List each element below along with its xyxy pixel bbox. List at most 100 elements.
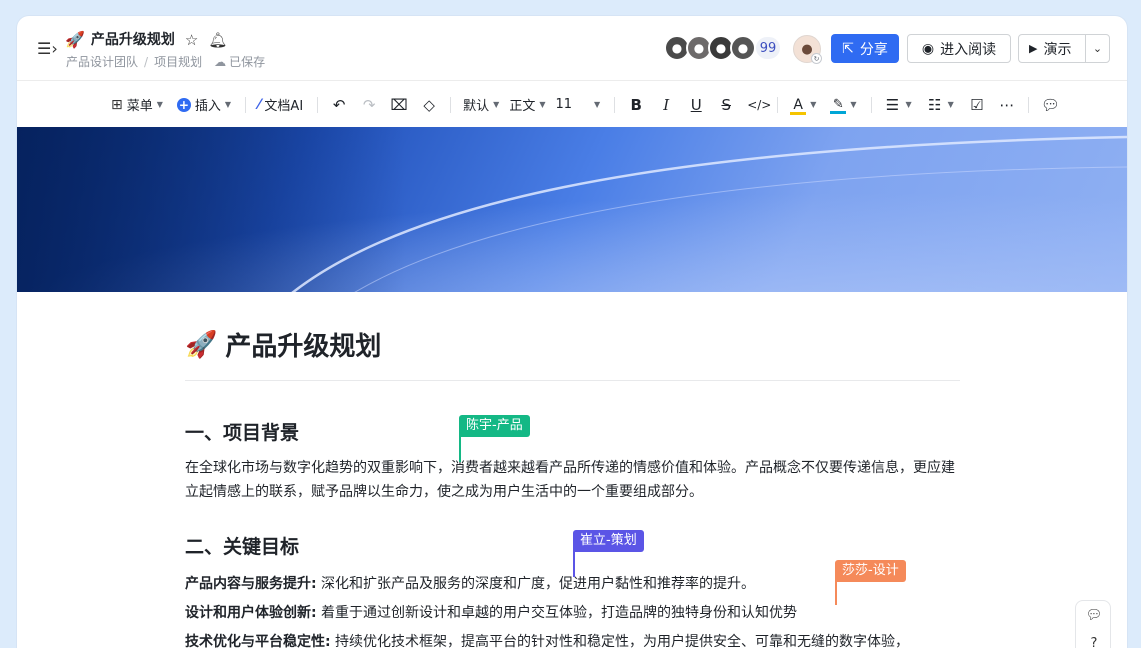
bold-icon: B xyxy=(630,95,642,114)
format-toolbar: ⊞ 菜单 ▼ + 插入 ▼ ⁄ 文档AI ↶ ↷ ⌧ ◇ 默认 ▼ 正文 ▼ 1… xyxy=(17,82,1127,127)
rocket-emoji-icon: 🚀 xyxy=(65,30,85,49)
star-icon[interactable]: ☆ xyxy=(185,30,198,50)
title-row: 🚀 产品升级规划 ☆ 🔔︎ xyxy=(65,30,227,50)
present-options-chevron-icon[interactable]: ⌄ xyxy=(1086,42,1109,55)
bullet-list-dropdown[interactable]: ☰ ▼ xyxy=(884,93,912,117)
present-button-label: 演示 xyxy=(1043,41,1072,58)
redo-icon: ↷ xyxy=(362,95,376,114)
goal-item[interactable]: 产品内容与服务提升: 深化和扩张产品及服务的深度和广度，促进用户黏性和推荐率的提… xyxy=(185,572,755,596)
grid-icon: ⊞ xyxy=(111,96,123,113)
text-style-value: 正文 xyxy=(509,99,536,114)
checklist-button[interactable]: ☑ xyxy=(968,93,986,117)
share-button-label: 分享 xyxy=(859,41,888,58)
eye-icon: ◉ xyxy=(921,40,935,57)
breadcrumb: 产品设计团队 / 项目规划 ☁ 已保存 xyxy=(66,53,265,70)
strikethrough-icon: S xyxy=(721,95,731,114)
chevron-down-icon: ▼ xyxy=(156,100,163,109)
numbered-list-dropdown[interactable]: ☷ ▼ xyxy=(926,93,954,117)
font-size-value: 11 xyxy=(555,97,573,112)
undo-icon: ↶ xyxy=(332,95,346,114)
avatar[interactable]: ● xyxy=(730,35,756,61)
inline-code-button[interactable]: </> xyxy=(747,93,771,117)
italic-icon: I xyxy=(663,95,670,114)
comment-icon[interactable]: 💬︎ xyxy=(1076,601,1112,629)
underline-button[interactable]: U xyxy=(687,93,705,117)
chevron-down-icon: ▼ xyxy=(594,100,601,109)
more-icon: ⋯ xyxy=(999,95,1015,114)
more-button[interactable]: ⋯ xyxy=(998,93,1016,117)
sidebar-toggle-icon[interactable]: ☰› xyxy=(37,40,58,58)
font-color-dropdown[interactable]: A ▼ xyxy=(790,93,816,117)
collaborator-count-badge[interactable]: 99 xyxy=(754,35,782,61)
paint-roller-icon: ⌧ xyxy=(390,95,408,114)
collaborator-avatars[interactable]: ● ● ● ● 99 xyxy=(664,35,782,61)
background-paragraph[interactable]: 在全球化市场与数字化趋势的双重影响下，消费者越来越看产品所传递的情感价值和体验。… xyxy=(185,456,960,504)
save-status: ☁ 已保存 xyxy=(214,53,265,70)
play-icon: ▶ xyxy=(1029,42,1038,55)
redo-button[interactable]: ↷ xyxy=(360,93,378,117)
collab-cursor-flag: 陈宇-产品 xyxy=(459,415,530,437)
cloud-check-icon: ☁ xyxy=(214,54,227,69)
read-mode-button[interactable]: ◉ 进入阅读 xyxy=(907,34,1011,63)
breadcrumb-separator: / xyxy=(144,54,149,69)
breadcrumb-item-team[interactable]: 产品设计团队 xyxy=(66,53,138,70)
section-heading-background[interactable]: 一、项目背景 xyxy=(185,418,299,445)
title-divider xyxy=(185,380,960,381)
section-heading-goals[interactable]: 二、关键目标 xyxy=(185,532,299,559)
ai-sparkle-icon: ⁄ xyxy=(258,96,261,113)
doc-ai-label: 文档AI xyxy=(264,99,304,114)
plus-icon: + xyxy=(176,97,191,112)
clear-format-button[interactable]: ◇ xyxy=(420,93,438,117)
toolbar-divider xyxy=(245,96,247,113)
toolbar-divider xyxy=(870,96,872,113)
font-size-dropdown[interactable]: 11 ▼ xyxy=(556,93,601,117)
italic-button[interactable]: I xyxy=(657,93,675,117)
goal-text: 着重于通过创新设计和卓越的用户交互体验，打造品牌的独特身份和认知优势 xyxy=(316,605,798,621)
strikethrough-button[interactable]: S xyxy=(717,93,735,117)
insert-label: 插入 xyxy=(194,99,221,114)
goal-text: 持续优化技术框架，提高平台的针对性和稳定性，为用户提供安全、可靠和无缝的数字体验… xyxy=(330,634,910,648)
share-button[interactable]: ⇱ 分享 xyxy=(831,34,899,63)
present-button-group: ▶ 演示 ⌄ xyxy=(1018,34,1110,63)
doc-ai-button[interactable]: ⁄ 文档AI xyxy=(258,93,303,117)
numbered-list-icon: ☷ xyxy=(927,95,942,114)
paragraph-style-dropdown[interactable]: 默认 ▼ xyxy=(463,93,499,117)
chevron-down-icon: ▼ xyxy=(224,100,232,109)
highlight-color-dropdown[interactable]: ✎ ▼ xyxy=(830,93,857,117)
goal-label: 技术优化与平台稳定性: xyxy=(185,634,331,648)
undo-button[interactable]: ↶ xyxy=(330,93,348,117)
doc-title[interactable]: 🚀 产品升级规划 xyxy=(185,326,381,363)
comment-button[interactable]: 💬︎ xyxy=(1040,93,1060,117)
toolbar-divider xyxy=(1027,96,1029,113)
share-icon: ⇱ xyxy=(842,40,854,57)
goal-text: 深化和扩张产品及服务的深度和广度，促进用户黏性和推荐率的提升。 xyxy=(316,576,756,592)
chevron-down-icon: ▼ xyxy=(493,100,500,109)
bullet-list-icon: ☰ xyxy=(885,95,900,114)
underline-icon: U xyxy=(690,95,702,114)
menu-dropdown[interactable]: ⊞ 菜单 ▼ xyxy=(111,93,163,117)
banner-artwork xyxy=(17,127,1127,292)
doc-header-title[interactable]: 产品升级规划 xyxy=(91,30,175,50)
collab-cursor-flag: 崔立-策划 xyxy=(573,530,644,552)
paragraph-style-value: 默认 xyxy=(463,99,490,114)
comment-icon: 💬︎ xyxy=(1040,95,1060,114)
highlighter-icon: ✎ xyxy=(830,97,847,114)
goal-item[interactable]: 设计和用户体验创新: 着重于通过创新设计和卓越的用户交互体验，打造品牌的独特身份… xyxy=(185,601,797,625)
goal-item[interactable]: 技术优化与平台稳定性: 持续优化技术框架，提高平台的针对性和稳定性，为用户提供安… xyxy=(185,630,909,648)
toolbar-divider xyxy=(317,96,319,113)
collab-cursor-caret xyxy=(573,551,575,577)
format-painter-button[interactable]: ⌧ xyxy=(390,93,408,117)
menu-label: 菜单 xyxy=(126,99,153,114)
goal-label: 产品内容与服务提升: xyxy=(185,576,317,592)
present-button[interactable]: ▶ 演示 xyxy=(1019,35,1086,62)
insert-dropdown[interactable]: + 插入 ▼ xyxy=(176,93,232,117)
toolbar-divider xyxy=(777,96,779,113)
user-status-icon: ↻ xyxy=(811,53,822,64)
breadcrumb-item-project[interactable]: 项目规划 xyxy=(154,53,202,70)
text-style-dropdown[interactable]: 正文 ▼ xyxy=(509,93,545,117)
document-window: ☰› 🚀 产品升级规划 ☆ 🔔︎ 产品设计团队 / 项目规划 ☁ 已保存 ● ●… xyxy=(17,16,1127,648)
bold-button[interactable]: B xyxy=(627,93,645,117)
help-icon[interactable]: ? xyxy=(1076,629,1112,648)
chevron-down-icon: ▼ xyxy=(905,100,912,109)
bell-icon[interactable]: 🔔︎ xyxy=(208,30,227,50)
